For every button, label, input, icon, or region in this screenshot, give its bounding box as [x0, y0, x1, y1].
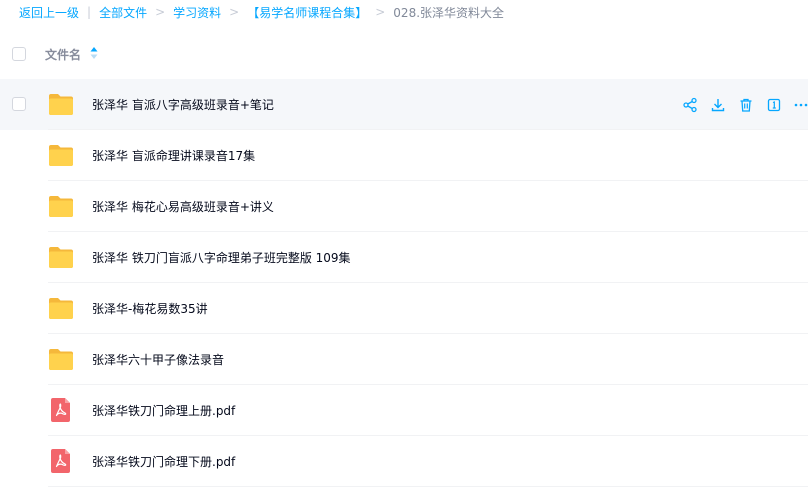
column-header-name[interactable]: 文件名	[45, 46, 81, 63]
folder-icon	[48, 92, 74, 116]
file-name[interactable]: 张泽华铁刀门命理下册.pdf	[92, 453, 235, 470]
share-icon[interactable]	[682, 97, 698, 113]
file-row[interactable]: 张泽华 梅花心易高级班录音+讲义	[0, 181, 808, 232]
file-list-header: 文件名	[0, 38, 808, 70]
download-icon[interactable]	[710, 97, 726, 113]
row-actions	[682, 96, 808, 114]
folder-icon	[48, 143, 74, 167]
breadcrumb-current: 028.张泽华资料大全	[393, 5, 505, 20]
file-row[interactable]: 张泽华六十甲子像法录音	[0, 334, 808, 385]
delete-icon[interactable]	[738, 97, 754, 113]
breadcrumb-all-files[interactable]: 全部文件	[99, 4, 147, 21]
breadcrumb-course-collection[interactable]: 【易学名师课程合集】	[247, 4, 367, 21]
breadcrumb-study-materials[interactable]: 学习资料	[173, 4, 221, 21]
sort-icon[interactable]	[90, 46, 98, 60]
file-name[interactable]: 张泽华 盲派八字高级班录音+笔记	[92, 96, 274, 113]
folder-icon	[48, 296, 74, 320]
breadcrumb: 返回上一级 | 全部文件 > 学习资料 > 【易学名师课程合集】 > 028.张…	[19, 3, 504, 21]
file-name[interactable]: 张泽华六十甲子像法录音	[92, 351, 224, 368]
file-name[interactable]: 张泽华 梅花心易高级班录音+讲义	[92, 198, 274, 215]
breadcrumb-arrow: >	[375, 5, 386, 19]
info-icon[interactable]	[766, 97, 782, 113]
pdf-icon	[48, 398, 74, 422]
file-row[interactable]: 张泽华-梅花易数35讲	[0, 283, 808, 334]
file-name[interactable]: 张泽华铁刀门命理上册.pdf	[92, 402, 235, 419]
file-name[interactable]: 张泽华 铁刀门盲派八字命理弟子班完整版 109集	[92, 249, 351, 266]
file-row[interactable]: 张泽华 盲派八字高级班录音+笔记	[0, 79, 808, 130]
folder-icon	[48, 347, 74, 371]
folder-icon	[48, 194, 74, 218]
breadcrumb-arrow: >	[229, 5, 240, 19]
file-row[interactable]: 张泽华 盲派命理讲课录音17集	[0, 130, 808, 181]
more-icon[interactable]	[794, 97, 808, 113]
file-row[interactable]: 张泽华 铁刀门盲派八字命理弟子班完整版 109集	[0, 232, 808, 283]
pdf-icon	[48, 449, 74, 473]
back-link[interactable]: 返回上一级	[19, 4, 79, 21]
file-name[interactable]: 张泽华 盲派命理讲课录音17集	[92, 147, 255, 164]
row-divider	[48, 486, 808, 487]
file-name[interactable]: 张泽华-梅花易数35讲	[92, 300, 208, 317]
breadcrumb-arrow: >	[155, 5, 166, 19]
row-checkbox[interactable]	[12, 97, 26, 111]
folder-icon	[48, 245, 74, 269]
breadcrumb-separator: |	[87, 5, 92, 19]
select-all-checkbox[interactable]	[12, 47, 26, 61]
file-row[interactable]: 张泽华铁刀门命理下册.pdf	[0, 436, 808, 487]
file-row[interactable]: 张泽华铁刀门命理上册.pdf	[0, 385, 808, 436]
